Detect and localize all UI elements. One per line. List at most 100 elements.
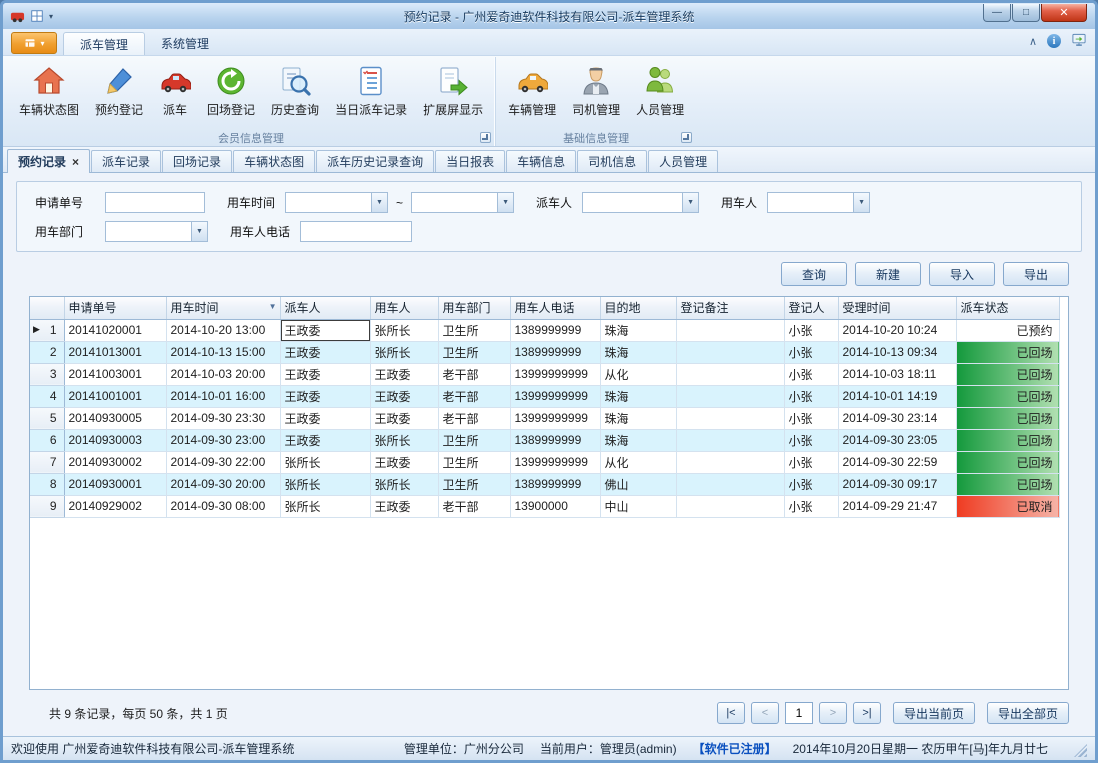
- cell-accept_time[interactable]: 2014-10-01 14:19: [838, 385, 956, 407]
- cell-destination[interactable]: 珠海: [600, 385, 676, 407]
- cell-destination[interactable]: 珠海: [600, 319, 676, 341]
- ribbon-tab-派车管理[interactable]: 派车管理: [63, 32, 145, 55]
- row-selector[interactable]: ▶1: [30, 319, 64, 341]
- column-header-受理时间[interactable]: 受理时间: [838, 297, 956, 319]
- cell-phone[interactable]: 1389999999: [510, 319, 600, 341]
- export-all-pages-button[interactable]: 导出全部页: [987, 702, 1069, 724]
- cell-dispatcher[interactable]: 王政委: [280, 407, 370, 429]
- column-header-用车人电话[interactable]: 用车人电话: [510, 297, 600, 319]
- cell-registrar[interactable]: 小张: [784, 363, 838, 385]
- query-button[interactable]: 查询: [781, 262, 847, 286]
- chevron-down-icon[interactable]: ▼: [371, 192, 388, 213]
- column-header-登记备注[interactable]: 登记备注: [676, 297, 784, 319]
- cell-status[interactable]: 已取消: [956, 495, 1059, 517]
- column-header-用车时间[interactable]: 用车时间▼: [166, 297, 280, 319]
- cell-user[interactable]: 张所长: [370, 319, 438, 341]
- cell-apply_no[interactable]: 20141013001: [64, 341, 166, 363]
- close-button[interactable]: ✕: [1041, 4, 1087, 22]
- cell-phone[interactable]: 1389999999: [510, 341, 600, 363]
- cell-status[interactable]: 已回场: [956, 363, 1059, 385]
- cell-time[interactable]: 2014-09-30 20:00: [166, 473, 280, 495]
- time-to-combo[interactable]: ▼: [411, 192, 514, 213]
- doc-tab-回场记录[interactable]: 回场记录: [162, 150, 232, 172]
- cell-remark[interactable]: [676, 341, 784, 363]
- maximize-button[interactable]: □: [1012, 4, 1040, 22]
- cell-registrar[interactable]: 小张: [784, 473, 838, 495]
- row-selector[interactable]: 2: [30, 341, 64, 363]
- cell-dispatcher[interactable]: 王政委: [280, 363, 370, 385]
- cell-accept_time[interactable]: 2014-09-30 23:05: [838, 429, 956, 451]
- license-status-link[interactable]: 【软件已注册】: [693, 740, 777, 757]
- cell-registrar[interactable]: 小张: [784, 495, 838, 517]
- time-from-combo[interactable]: ▼: [285, 192, 388, 213]
- cell-registrar[interactable]: 小张: [784, 451, 838, 473]
- cell-dept[interactable]: 老干部: [438, 363, 510, 385]
- cell-phone[interactable]: 1389999999: [510, 429, 600, 451]
- user-value[interactable]: [767, 192, 853, 213]
- cell-dispatcher[interactable]: 王政委: [280, 341, 370, 363]
- chevron-down-icon[interactable]: ▼: [497, 192, 514, 213]
- doc-tab-派车历史记录查询[interactable]: 派车历史记录查询: [316, 150, 434, 172]
- row-selector[interactable]: 8: [30, 473, 64, 495]
- ribbon-button-司机管理[interactable]: 司机管理: [564, 59, 628, 129]
- column-header-派车状态[interactable]: 派车状态: [956, 297, 1059, 319]
- cell-remark[interactable]: [676, 473, 784, 495]
- cell-remark[interactable]: [676, 319, 784, 341]
- app-menu-button[interactable]: ▾: [11, 32, 57, 54]
- cell-status[interactable]: 已回场: [956, 341, 1059, 363]
- prev-page-button[interactable]: <: [751, 702, 779, 724]
- cell-status[interactable]: 已预约: [956, 319, 1059, 341]
- cell-user[interactable]: 张所长: [370, 341, 438, 363]
- column-filter-icon[interactable]: ▼: [269, 302, 277, 311]
- ribbon-tab-系统管理[interactable]: 系统管理: [145, 32, 225, 55]
- cell-apply_no[interactable]: 20140930001: [64, 473, 166, 495]
- cell-registrar[interactable]: 小张: [784, 429, 838, 451]
- cell-apply_no[interactable]: 20141020001: [64, 319, 166, 341]
- cell-phone[interactable]: 13999999999: [510, 385, 600, 407]
- ribbon-button-回场登记[interactable]: 回场登记: [199, 59, 263, 129]
- ribbon-button-人员管理[interactable]: 人员管理: [628, 59, 692, 129]
- column-header-目的地[interactable]: 目的地: [600, 297, 676, 319]
- cell-destination[interactable]: 从化: [600, 451, 676, 473]
- doc-tab-车辆信息[interactable]: 车辆信息: [506, 150, 576, 172]
- dispatcher-value[interactable]: [582, 192, 682, 213]
- doc-tab-派车记录[interactable]: 派车记录: [91, 150, 161, 172]
- chevron-down-icon[interactable]: ▼: [682, 192, 699, 213]
- cell-dept[interactable]: 老干部: [438, 407, 510, 429]
- cell-status[interactable]: 已回场: [956, 429, 1059, 451]
- cell-user[interactable]: 王政委: [370, 495, 438, 517]
- cell-dept[interactable]: 卫生所: [438, 473, 510, 495]
- next-page-button[interactable]: >: [819, 702, 847, 724]
- cell-dispatcher[interactable]: 王政委: [280, 385, 370, 407]
- cell-time[interactable]: 2014-09-30 23:00: [166, 429, 280, 451]
- ribbon-button-扩展屏显示[interactable]: 扩展屏显示: [415, 59, 491, 129]
- cell-accept_time[interactable]: 2014-10-03 18:11: [838, 363, 956, 385]
- dept-combo[interactable]: ▼: [105, 221, 208, 242]
- cell-dept[interactable]: 老干部: [438, 495, 510, 517]
- time-to-value[interactable]: [411, 192, 497, 213]
- time-from-value[interactable]: [285, 192, 371, 213]
- apply-no-input[interactable]: [105, 192, 205, 213]
- info-icon[interactable]: i: [1047, 34, 1061, 48]
- chevron-down-icon[interactable]: ▼: [853, 192, 870, 213]
- cell-apply_no[interactable]: 20140930005: [64, 407, 166, 429]
- cell-user[interactable]: 张所长: [370, 473, 438, 495]
- export-button[interactable]: 导出: [1003, 262, 1069, 286]
- row-selector-header[interactable]: [30, 297, 64, 319]
- ribbon-button-当日派车记录[interactable]: 当日派车记录: [327, 59, 415, 129]
- dialog-launcher-icon[interactable]: [480, 132, 491, 143]
- cell-destination[interactable]: 珠海: [600, 341, 676, 363]
- cell-user[interactable]: 王政委: [370, 363, 438, 385]
- cell-destination[interactable]: 从化: [600, 363, 676, 385]
- cell-registrar[interactable]: 小张: [784, 407, 838, 429]
- row-selector[interactable]: 6: [30, 429, 64, 451]
- cell-dept[interactable]: 卫生所: [438, 451, 510, 473]
- doc-tab-司机信息[interactable]: 司机信息: [577, 150, 647, 172]
- chevron-down-icon[interactable]: ▼: [191, 221, 208, 242]
- cell-status[interactable]: 已回场: [956, 451, 1059, 473]
- doc-tab-车辆状态图[interactable]: 车辆状态图: [233, 150, 315, 172]
- collapse-ribbon-icon[interactable]: ∧: [1029, 35, 1037, 48]
- import-button[interactable]: 导入: [929, 262, 995, 286]
- display-switch-icon[interactable]: [1071, 32, 1087, 50]
- cell-registrar[interactable]: 小张: [784, 319, 838, 341]
